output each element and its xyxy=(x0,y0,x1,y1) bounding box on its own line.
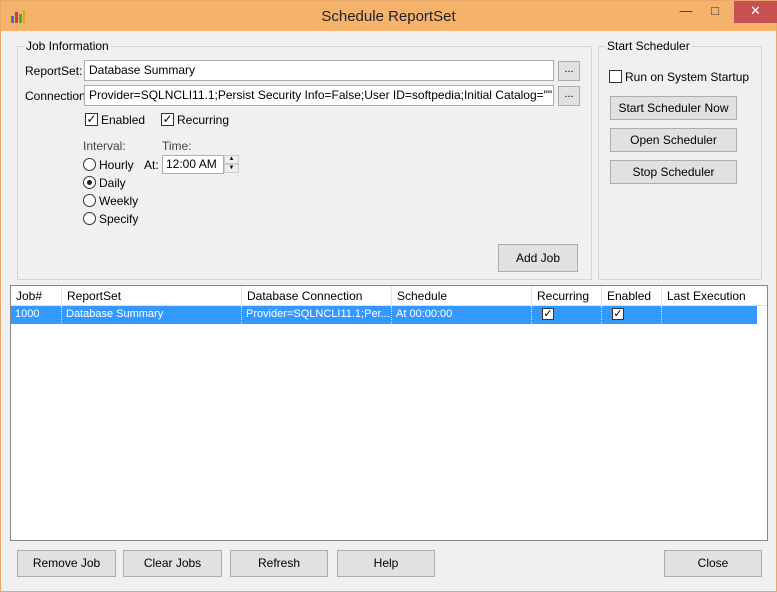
reportset-label: ReportSet: xyxy=(25,64,83,78)
time-spinner[interactable]: ▲ ▼ xyxy=(224,155,239,174)
weekly-label: Weekly xyxy=(99,194,139,208)
specify-label: Specify xyxy=(99,212,139,226)
table-row[interactable]: 1000 Database Summary Provider=SQLNCLI11… xyxy=(11,306,757,324)
recurring-cell-checkbox[interactable]: ✓ xyxy=(542,308,554,320)
enabled-cell-checkbox[interactable]: ✓ xyxy=(612,308,624,320)
interval-label: Interval: xyxy=(83,139,126,153)
clear-jobs-button[interactable]: Clear Jobs xyxy=(123,550,222,577)
hourly-label: Hourly xyxy=(99,158,134,172)
checkmark-icon: ✓ xyxy=(162,112,173,126)
open-scheduler-button[interactable]: Open Scheduler xyxy=(610,128,737,152)
remove-job-button[interactable]: Remove Job xyxy=(17,550,116,577)
weekly-radio[interactable] xyxy=(83,194,96,207)
cell-job: 1000 xyxy=(11,306,62,324)
jobs-table[interactable]: Job# ReportSet Database Connection Sched… xyxy=(10,285,768,541)
enabled-checkbox[interactable]: ✓ xyxy=(85,112,98,126)
reportset-field[interactable]: Database Summary xyxy=(84,60,554,81)
checkmark-icon: ✓ xyxy=(613,308,623,320)
start-scheduler-now-button[interactable]: Start Scheduler Now xyxy=(610,96,737,120)
window-title: Schedule ReportSet xyxy=(321,8,456,25)
run-on-startup-label: Run on System Startup xyxy=(625,70,750,84)
close-window-button[interactable]: ✕ xyxy=(734,1,777,23)
cell-recurring: ✓ xyxy=(532,306,602,324)
checkmark-icon: ✓ xyxy=(543,308,553,320)
connection-field[interactable]: Provider=SQLNCLI11.1;Persist Security In… xyxy=(84,85,554,106)
enabled-label: Enabled xyxy=(101,113,146,127)
table-header: Job# ReportSet Database Connection Sched… xyxy=(11,286,767,306)
schedule-reportset-window: Schedule ReportSet — □ ✕ Job Information… xyxy=(0,0,777,592)
cell-connection: Provider=SQLNCLI11.1;Per... xyxy=(242,306,392,324)
minimize-button[interactable]: — xyxy=(671,1,701,23)
column-header-recurring[interactable]: Recurring xyxy=(532,286,602,306)
column-header-enabled[interactable]: Enabled xyxy=(602,286,662,306)
job-information-title: Job Information xyxy=(24,39,111,53)
daily-radio[interactable] xyxy=(83,176,96,189)
connection-label: Connection: xyxy=(25,89,90,103)
close-button[interactable]: Close xyxy=(664,550,762,577)
hourly-radio[interactable] xyxy=(83,158,96,171)
column-header-connection[interactable]: Database Connection xyxy=(242,286,392,306)
column-header-reportset[interactable]: ReportSet xyxy=(62,286,242,306)
radio-selected-dot xyxy=(87,180,92,185)
cell-last-execution xyxy=(662,306,757,324)
specify-radio[interactable] xyxy=(83,212,96,225)
recurring-label: Recurring xyxy=(177,113,230,127)
help-button[interactable]: Help xyxy=(337,550,435,577)
daily-label: Daily xyxy=(99,176,126,190)
at-label: At: xyxy=(144,158,159,172)
stop-scheduler-button[interactable]: Stop Scheduler xyxy=(610,160,737,184)
recurring-checkbox[interactable]: ✓ xyxy=(161,112,174,126)
refresh-button[interactable]: Refresh xyxy=(230,550,328,577)
column-header-last-execution[interactable]: Last Execution xyxy=(662,286,767,306)
maximize-button[interactable]: □ xyxy=(701,1,729,23)
reportset-browse-button[interactable]: ... xyxy=(558,61,580,81)
time-field[interactable]: 12:00 AM xyxy=(162,155,224,174)
run-on-startup-checkbox[interactable] xyxy=(609,70,622,83)
column-header-job[interactable]: Job# xyxy=(11,286,62,306)
cell-reportset: Database Summary xyxy=(62,306,242,324)
time-label: Time: xyxy=(162,139,192,153)
cell-enabled: ✓ xyxy=(602,306,662,324)
checkmark-icon: ✓ xyxy=(86,112,97,126)
start-scheduler-title: Start Scheduler xyxy=(605,39,692,53)
add-job-button[interactable]: Add Job xyxy=(498,244,578,272)
title-bar[interactable]: Schedule ReportSet — □ ✕ xyxy=(1,1,777,31)
connection-browse-button[interactable]: ... xyxy=(558,86,580,106)
cell-schedule: At 00:00:00 xyxy=(392,306,532,324)
spin-down-icon[interactable]: ▼ xyxy=(224,164,239,173)
spin-up-icon[interactable]: ▲ xyxy=(224,155,239,164)
column-header-schedule[interactable]: Schedule xyxy=(392,286,532,306)
